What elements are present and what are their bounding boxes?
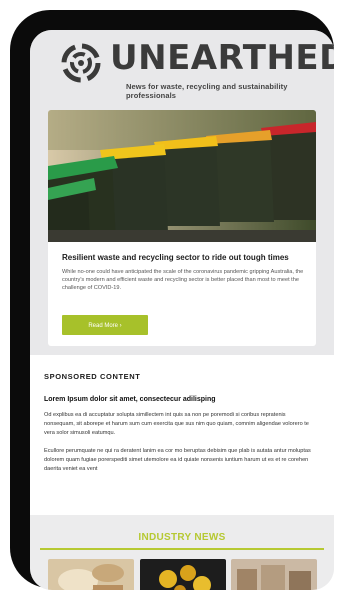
brand-tagline: News for waste, recycling and sustainabi…	[126, 82, 288, 100]
industry-thumbnail-3[interactable]	[231, 559, 317, 590]
industry-news-heading: INDUSTRY NEWS	[138, 532, 226, 543]
wheelie-bins-photo	[48, 110, 316, 242]
sponsored-paragraph: Ecullore perumquate ne qui ra deratent l…	[44, 448, 311, 472]
industry-news-section: INDUSTRY NEWS	[30, 515, 334, 590]
swirl-logo-icon	[61, 43, 101, 83]
industry-thumbnail-2[interactable]	[140, 559, 226, 590]
email-screen: UNEARTHED News for waste, recycling and …	[30, 30, 334, 590]
brand-wordmark: UNEARTHED	[110, 38, 334, 78]
newsletter-header: UNEARTHED News for waste, recycling and …	[30, 30, 334, 106]
sponsored-section: SPONSORED CONTENT Lorem Ipsum dolor sit …	[30, 355, 334, 515]
sponsored-heading: SPONSORED CONTENT	[44, 372, 141, 381]
feature-summary: While no-one could have anticipated the …	[62, 269, 304, 291]
feature-headline[interactable]: Resilient waste and recycling sector to …	[62, 253, 289, 262]
feature-article-card[interactable]: Resilient waste and recycling sector to …	[48, 110, 316, 346]
read-more-button[interactable]: Read More ›	[62, 315, 148, 335]
industry-thumbnail-1[interactable]	[48, 559, 134, 590]
sponsored-title[interactable]: Lorem Ipsum dolor sit amet, consectecur …	[44, 396, 216, 403]
phone-frame: UNEARTHED News for waste, recycling and …	[10, 10, 334, 590]
section-divider	[40, 548, 324, 550]
sponsored-paragraph: Od explibus ea di accuptatur solupta sim…	[44, 412, 309, 436]
